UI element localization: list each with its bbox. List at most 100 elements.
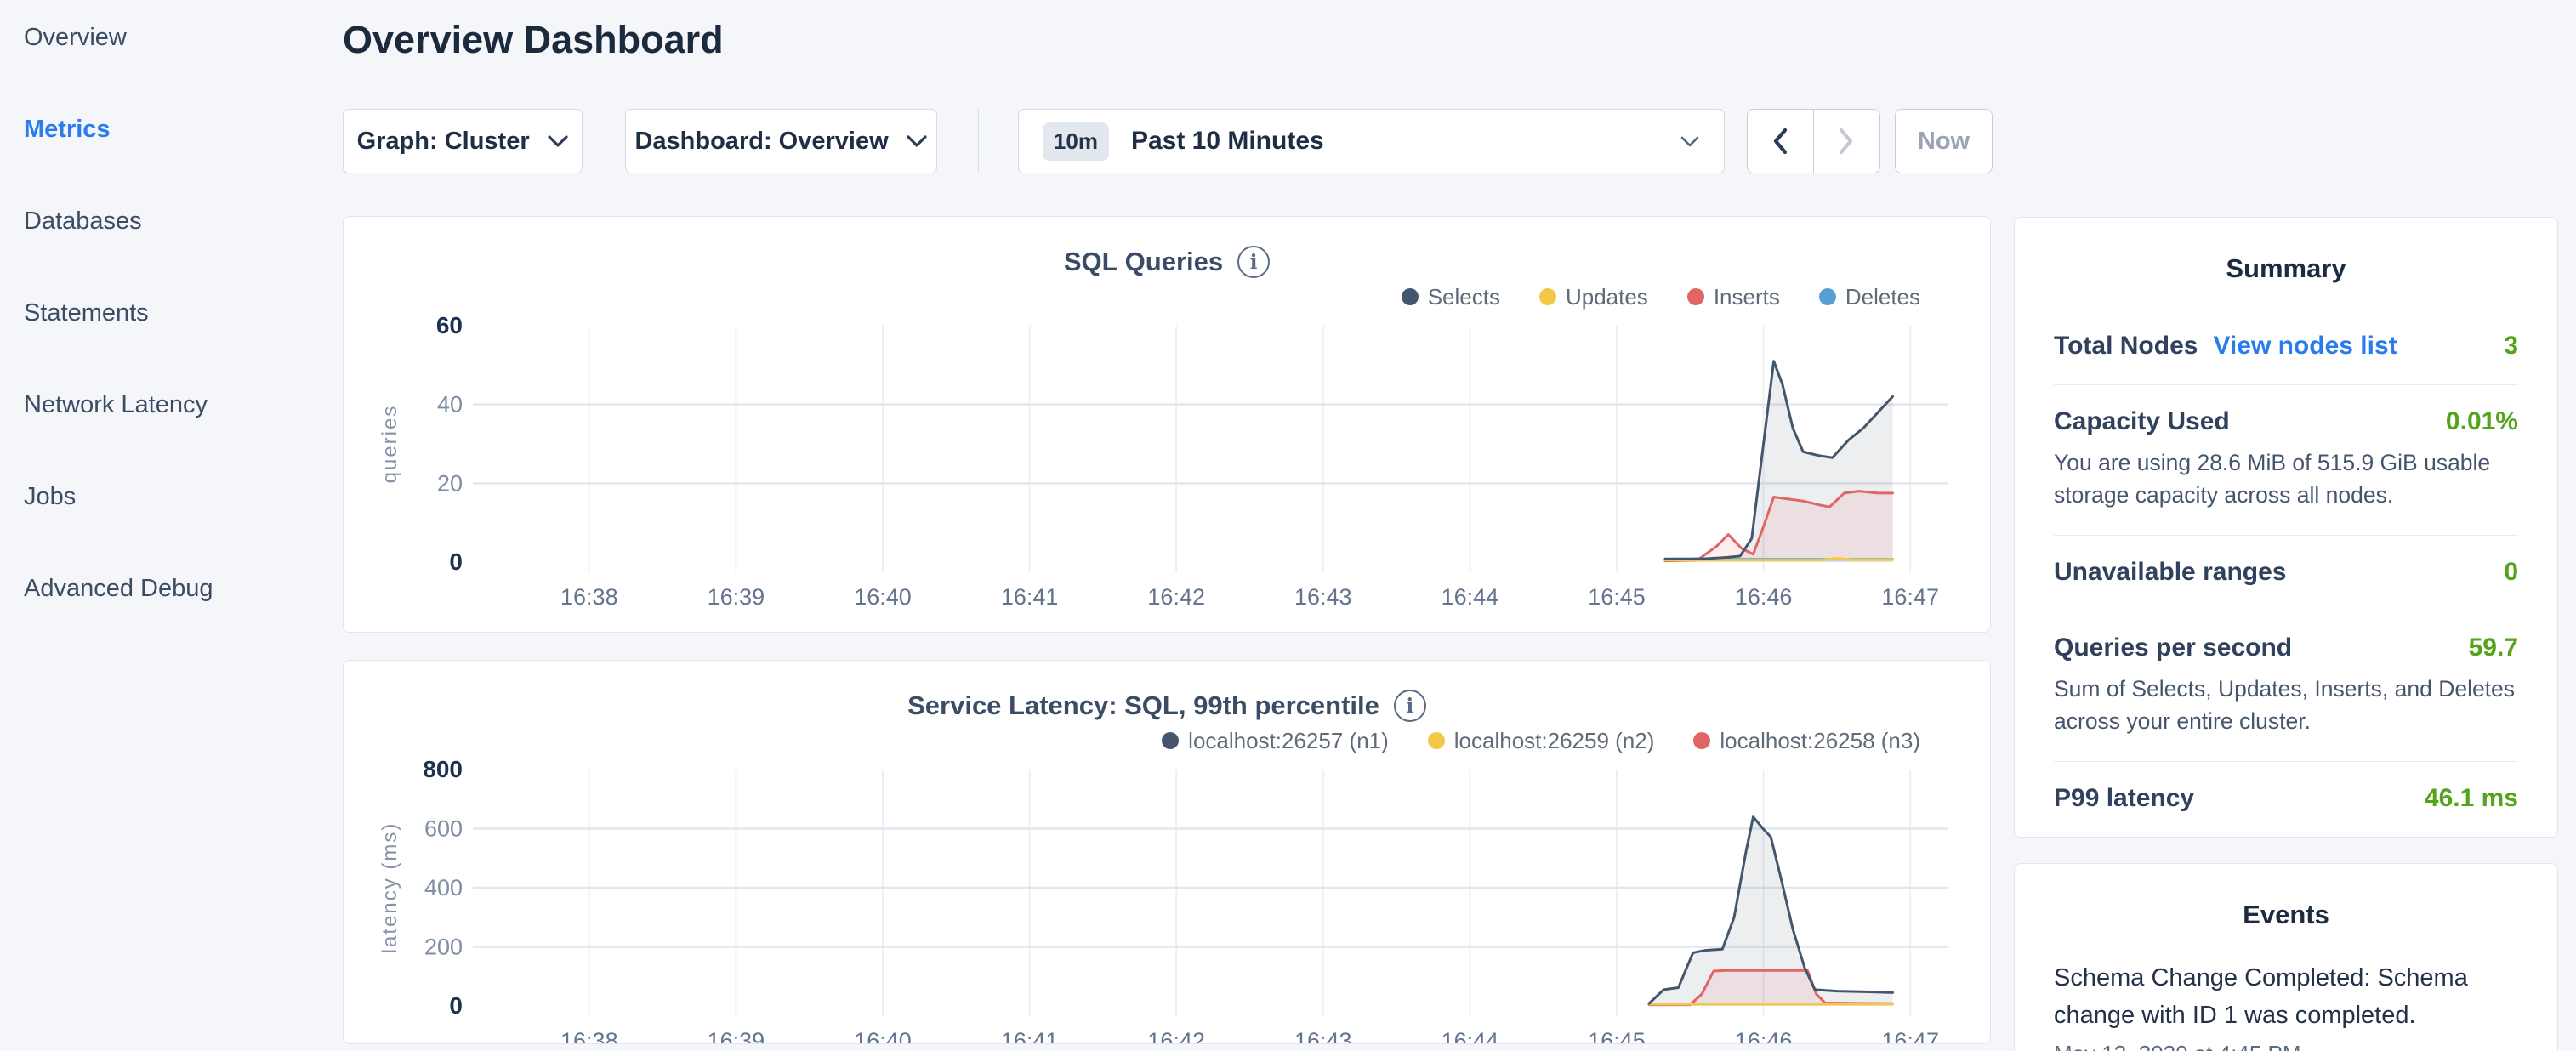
- legend-item-updates: Updates: [1539, 284, 1648, 310]
- summary-metric-description: Sum of Selects, Updates, Inserts, and De…: [2054, 673, 2518, 737]
- svg-text:16:40: 16:40: [854, 1028, 912, 1044]
- summary-row: P99 latency 46.1 ms: [2054, 761, 2518, 837]
- sidebar-item-statements[interactable]: Statements: [24, 298, 343, 328]
- legend-dot: [1162, 732, 1179, 749]
- time-step-buttons: [1747, 109, 1880, 173]
- legend-label: localhost:26258 (n3): [1720, 728, 1920, 754]
- summary-rows: Total NodesView nodes list3Capacity Used…: [2015, 310, 2557, 837]
- legend-item-selects: Selects: [1402, 284, 1500, 310]
- chevron-right-icon: [1836, 126, 1857, 156]
- legend-dot: [1819, 288, 1836, 305]
- chevron-down-icon: [906, 134, 928, 148]
- svg-text:16:45: 16:45: [1588, 584, 1646, 610]
- svg-text:600: 600: [424, 816, 463, 842]
- summary-metric-label: P99 latency: [2054, 784, 2194, 813]
- svg-text:latency (ms): latency (ms): [378, 822, 401, 954]
- svg-text:16:39: 16:39: [708, 584, 765, 610]
- view-nodes-list-link[interactable]: View nodes list: [2213, 332, 2397, 361]
- info-icon[interactable]: i: [1394, 690, 1426, 722]
- time-range-badge: 10m: [1043, 122, 1109, 161]
- time-range-label: Past 10 Minutes: [1131, 127, 1324, 156]
- summary-metric-value: 3: [2504, 332, 2518, 361]
- toolbar-divider: [978, 109, 979, 173]
- events-title: Events: [2015, 864, 2557, 930]
- events-panel: Events Schema Change Completed: Schema c…: [2014, 863, 2558, 1051]
- info-icon[interactable]: i: [1237, 246, 1270, 278]
- summary-panel: Summary Total NodesView nodes list3Capac…: [2014, 217, 2558, 838]
- svg-text:16:38: 16:38: [560, 1028, 618, 1044]
- legend-item-localhost-26258-n3-: localhost:26258 (n3): [1693, 728, 1920, 754]
- right-column: Summary Total NodesView nodes list3Capac…: [2014, 217, 2558, 1051]
- summary-metric-description: You are using 28.6 MiB of 515.9 GiB usab…: [2054, 446, 2518, 511]
- graph-selector-dropdown[interactable]: Graph: Cluster: [343, 109, 583, 173]
- legend-label: Selects: [1428, 284, 1500, 310]
- event-timestamp: May 13, 2020 at 4:45 PM: [2054, 1041, 2518, 1051]
- legend-dot: [1687, 288, 1704, 305]
- service-latency-plot[interactable]: 16:38 16:39 16:40 16:41 16:42 16:43 16:44 16:45…: [359, 758, 1975, 1044]
- chart-title: Service Latency: SQL, 99th percentile: [907, 690, 1379, 721]
- svg-text:20: 20: [437, 470, 463, 496]
- summary-metric-label: Unavailable ranges: [2054, 558, 2286, 587]
- svg-text:queries: queries: [378, 405, 401, 484]
- sidebar-item-metrics[interactable]: Metrics: [24, 114, 343, 145]
- sidebar-item-overview[interactable]: Overview: [24, 22, 343, 53]
- sql-queries-plot[interactable]: 16:3816:3916:4016:4116:4216:4316:4416:45…: [359, 314, 1975, 610]
- svg-text:16:46: 16:46: [1735, 1028, 1793, 1044]
- sidebar-item-databases[interactable]: Databases: [24, 206, 343, 236]
- sidebar-nav: Overview Metrics Databases Statements Networ…: [24, 22, 343, 604]
- svg-text:16:43: 16:43: [1294, 1028, 1352, 1044]
- summary-row: Total NodesView nodes list3: [2054, 310, 2518, 384]
- legend-label: Inserts: [1714, 284, 1780, 310]
- svg-text:16:39: 16:39: [708, 1028, 765, 1044]
- summary-row: Queries per second 59.7 Sum of Selects, Up…: [2054, 611, 2518, 761]
- main-content: Overview Dashboard Graph: Cluster Dashbo…: [343, 0, 1993, 1044]
- summary-metric-value: 46.1 ms: [2425, 784, 2518, 813]
- dashboard-selector-dropdown[interactable]: Dashboard: Overview: [625, 109, 937, 173]
- summary-row: Unavailable ranges0: [2054, 535, 2518, 611]
- svg-text:16:45: 16:45: [1588, 1028, 1646, 1044]
- legend-dot: [1693, 732, 1710, 749]
- legend-dot: [1428, 732, 1445, 749]
- svg-text:200: 200: [424, 935, 463, 960]
- time-step-back-button[interactable]: [1748, 110, 1813, 173]
- legend-item-localhost-26257-n1-: localhost:26257 (n1): [1162, 728, 1389, 754]
- summary-metric-label: Queries per second: [2054, 633, 2292, 662]
- svg-text:16:47: 16:47: [1881, 584, 1939, 610]
- sql-queries-chart-card: SQL Queries i Selects Updates Inserts Delet…: [343, 216, 1991, 633]
- graph-selector-label: Graph: Cluster: [357, 128, 530, 156]
- svg-text:16:44: 16:44: [1442, 584, 1499, 610]
- summary-metric-value: 59.7: [2469, 633, 2518, 662]
- svg-text:60: 60: [436, 314, 463, 338]
- sidebar-item-advanced-debug[interactable]: Advanced Debug: [24, 573, 343, 604]
- legend-dot: [1539, 288, 1556, 305]
- svg-text:16:42: 16:42: [1147, 584, 1205, 610]
- legend-dot: [1402, 288, 1419, 305]
- legend-item-localhost-26259-n2-: localhost:26259 (n2): [1428, 728, 1655, 754]
- summary-title: Summary: [2015, 218, 2557, 284]
- time-step-forward-button[interactable]: [1813, 110, 1879, 173]
- svg-text:0: 0: [449, 992, 463, 1019]
- sidebar: Overview Metrics Databases Statements Networ…: [0, 0, 343, 665]
- chevron-down-icon: [547, 134, 569, 148]
- chart-legend: localhost:26257 (n1) localhost:26259 (n2)…: [344, 725, 1990, 756]
- svg-text:40: 40: [437, 392, 463, 418]
- chevron-down-icon: [1680, 135, 1700, 148]
- summary-metric-value: 0.01%: [2446, 407, 2518, 436]
- event-item[interactable]: Schema Change Completed: Schema change w…: [2054, 959, 2518, 1051]
- dashboard-selector-label: Dashboard: Overview: [634, 128, 888, 156]
- svg-text:16:44: 16:44: [1442, 1028, 1499, 1044]
- event-text: Schema Change Completed: Schema change w…: [2054, 959, 2518, 1034]
- legend-label: Deletes: [1845, 284, 1920, 310]
- chart-title: SQL Queries: [1064, 247, 1223, 277]
- sidebar-item-jobs[interactable]: Jobs: [24, 481, 343, 512]
- sidebar-item-network-latency[interactable]: Network Latency: [24, 389, 343, 420]
- now-button[interactable]: Now: [1895, 109, 1993, 173]
- svg-text:16:41: 16:41: [1001, 584, 1059, 610]
- time-range-dropdown[interactable]: 10m Past 10 Minutes: [1018, 109, 1725, 173]
- service-latency-chart-card: Service Latency: SQL, 99th percentile i …: [343, 660, 1991, 1044]
- svg-text:16:42: 16:42: [1147, 1028, 1205, 1044]
- svg-text:0: 0: [449, 548, 463, 575]
- svg-text:16:43: 16:43: [1294, 584, 1352, 610]
- chevron-left-icon: [1770, 126, 1790, 156]
- svg-text:16:41: 16:41: [1001, 1028, 1059, 1044]
